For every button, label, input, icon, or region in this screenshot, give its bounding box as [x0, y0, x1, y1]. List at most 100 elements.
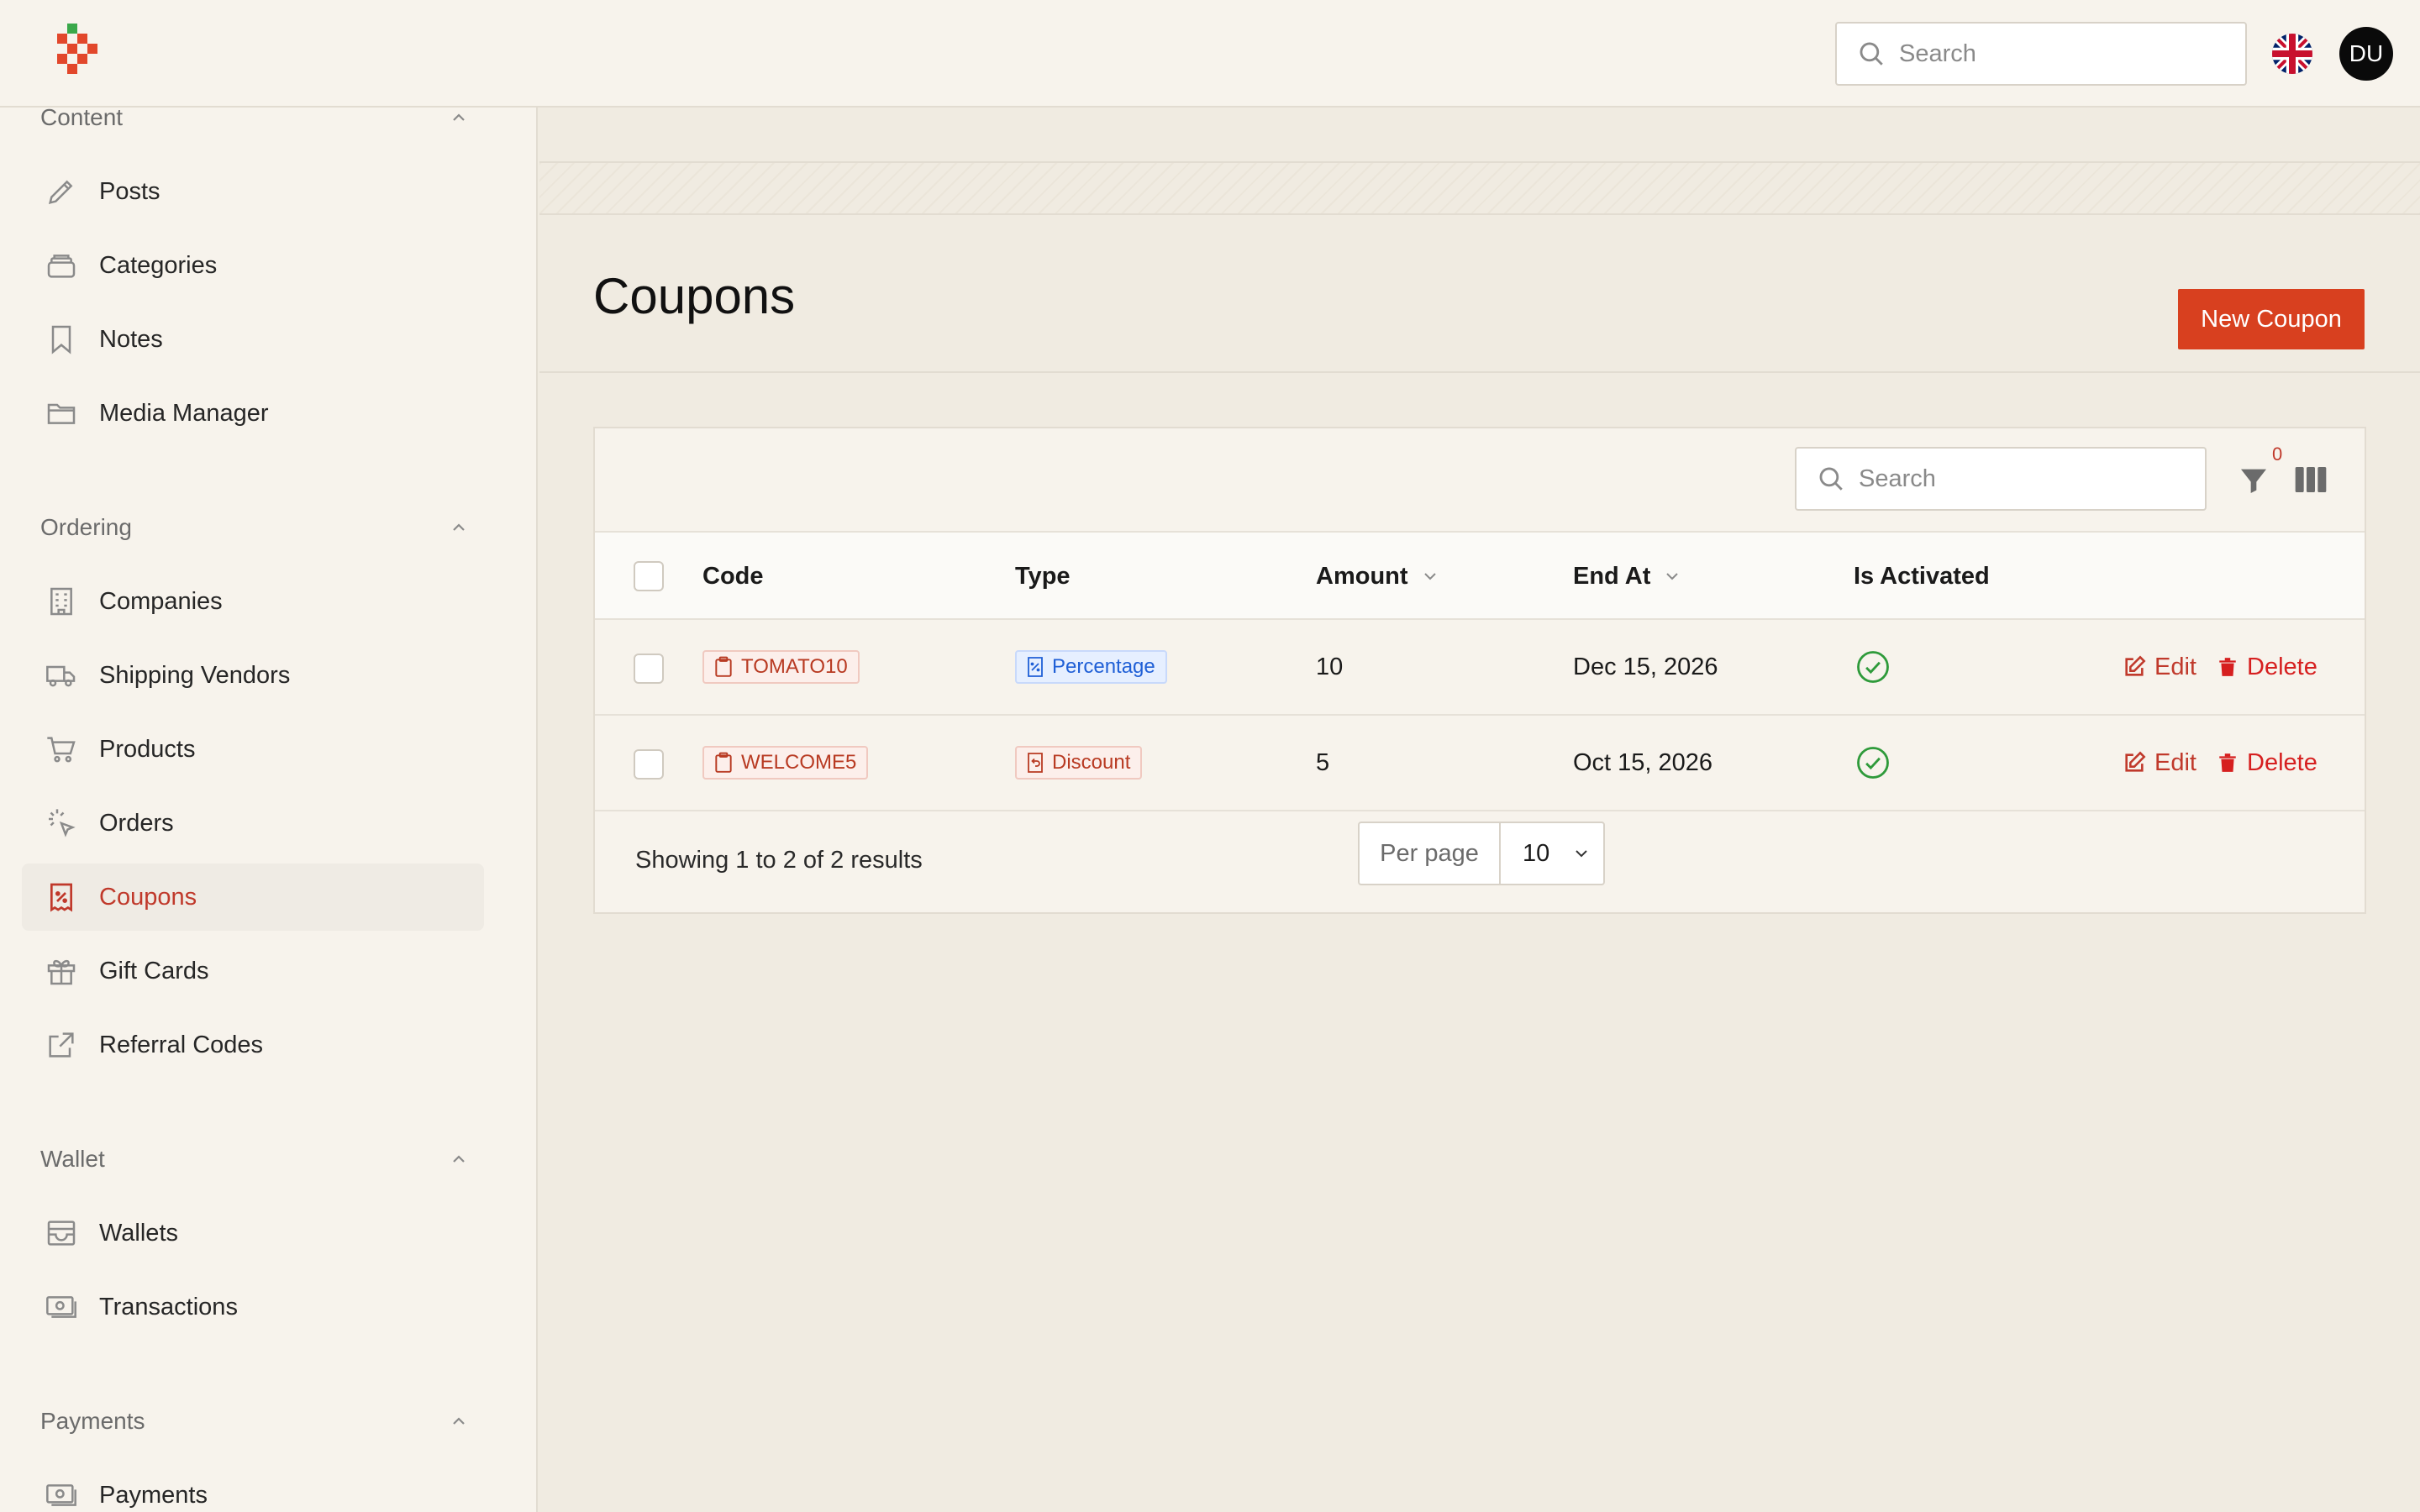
striped-banner: [539, 161, 2420, 215]
edit-button[interactable]: Edit: [2123, 620, 2196, 714]
delete-button[interactable]: Delete: [2217, 716, 2317, 810]
column-code: Code: [702, 562, 764, 590]
coupon-code-badge[interactable]: TOMATO10: [702, 650, 860, 684]
sidebar-group-wallet[interactable]: Wallet: [40, 1142, 469, 1176]
page-title: Coupons: [593, 268, 796, 324]
chevron-up-icon: [453, 1155, 465, 1163]
coupon-type-badge: Percentage: [1015, 650, 1167, 684]
sidebar-item-label: Gift Cards: [99, 957, 209, 984]
sidebar-group-ordering[interactable]: Ordering: [40, 511, 469, 544]
pagination-summary: Showing 1 to 2 of 2 results: [635, 847, 923, 874]
table-search[interactable]: [1795, 447, 2207, 511]
header-divider: [539, 371, 2420, 373]
coupon-amount: 10: [1316, 653, 1344, 680]
column-amount-label: Amount: [1316, 562, 1408, 590]
search-icon: [1819, 467, 1843, 491]
columns-icon[interactable]: [2294, 465, 2328, 494]
pencil-icon: [48, 180, 73, 205]
stack-icon: [47, 255, 76, 278]
bookmark-icon: [51, 325, 71, 354]
coupon-code-badge[interactable]: WELCOME5: [702, 746, 869, 780]
table-search-input[interactable]: [1859, 465, 2178, 493]
chevron-down-icon: [1576, 850, 1587, 858]
row-checkbox[interactable]: [634, 654, 664, 684]
row-checkbox[interactable]: [634, 749, 664, 780]
coupon-amount: 5: [1316, 748, 1330, 776]
trash-icon: [2219, 658, 2236, 676]
chevron-down-icon: [1423, 573, 1436, 580]
per-page-label: Per page: [1360, 823, 1501, 884]
sidebar-item-payments[interactable]: Payments: [22, 1462, 484, 1512]
sidebar-item-notes[interactable]: Notes: [22, 306, 484, 373]
table-row[interactable]: WELCOME5 Discount 5 Oct 15, 2026 Edit De…: [595, 716, 2365, 811]
check-circle-icon: [1857, 651, 1889, 683]
global-search-input[interactable]: [1899, 39, 2218, 68]
sidebar-group-label: Payments: [40, 1408, 145, 1434]
coupon-code: TOMATO10: [741, 655, 848, 678]
column-amount[interactable]: Amount: [1316, 533, 1440, 620]
sidebar-item-companies[interactable]: Companies: [22, 568, 484, 635]
coupon-type-badge: Discount: [1015, 746, 1143, 780]
edit-label: Edit: [2154, 748, 2196, 776]
sidebar-group-label: Content: [40, 108, 124, 130]
sidebar-group-payments[interactable]: Payments: [40, 1404, 469, 1438]
delete-button[interactable]: Delete: [2217, 620, 2317, 714]
coupon-end-at: Oct 15, 2026: [1573, 748, 1713, 776]
select-all-checkbox[interactable]: [634, 561, 664, 591]
coupon-type: Discount: [1052, 751, 1131, 774]
sidebar-item-label: Shipping Vendors: [99, 661, 291, 689]
column-end-at[interactable]: End At: [1573, 533, 1682, 620]
sidebar-item-orders[interactable]: Orders: [22, 790, 484, 857]
sidebar-item-shipping-vendors[interactable]: Shipping Vendors: [22, 642, 484, 709]
external-link-icon: [49, 1032, 74, 1058]
sidebar-item-referral-codes[interactable]: Referral Codes: [22, 1011, 484, 1079]
table-header: Code Type Amount End At Is Activated: [595, 531, 2365, 620]
coupon-code: WELCOME5: [741, 751, 857, 774]
chevron-up-icon: [453, 113, 465, 121]
chevron-down-icon: [1666, 573, 1679, 580]
new-coupon-button[interactable]: New Coupon: [2178, 289, 2365, 349]
sidebar-item-categories[interactable]: Categories: [22, 232, 484, 299]
truck-icon: [46, 665, 76, 687]
per-page-select[interactable]: Per page 10: [1358, 822, 1605, 885]
sidebar-group-content[interactable]: Content: [40, 108, 469, 134]
sidebar-item-label: Notes: [99, 325, 163, 353]
sidebar-item-transactions[interactable]: Transactions: [22, 1273, 484, 1341]
sidebar-item-label: Products: [99, 735, 196, 763]
sidebar-item-label: Categories: [99, 251, 218, 279]
clipboard-icon: [715, 656, 732, 677]
chevron-up-icon: [453, 1417, 465, 1425]
sidebar-item-media-manager[interactable]: Media Manager: [22, 380, 484, 447]
trash-icon: [2219, 753, 2236, 772]
inbox-icon: [47, 1221, 76, 1246]
sidebar-item-coupons[interactable]: Coupons: [22, 864, 484, 931]
per-page-value: 10: [1523, 839, 1550, 867]
filter-count-badge: 0: [2272, 444, 2283, 465]
banknotes-icon: [46, 1484, 76, 1506]
edit-button[interactable]: Edit: [2123, 716, 2196, 810]
sidebar-item-posts[interactable]: Posts: [22, 158, 484, 225]
folder-icon: [47, 403, 76, 424]
coupons-table-card: 0 Code Type Amount End At Is Activated T…: [593, 427, 2366, 914]
receipt-refund-icon: [1028, 753, 1043, 773]
sidebar-item-wallets[interactable]: Wallets: [22, 1200, 484, 1267]
sidebar-item-label: Coupons: [99, 883, 197, 911]
table-row[interactable]: TOMATO10 Percentage 10 Dec 15, 2026 Edit: [595, 620, 2365, 716]
filter-icon[interactable]: [2237, 462, 2270, 499]
main-content: Coupons New Coupon 0 Code Type Amount En…: [539, 108, 2420, 1512]
column-type: Type: [1015, 562, 1071, 590]
app-logo[interactable]: [55, 24, 106, 82]
cart-icon: [47, 737, 76, 763]
language-flag-icon[interactable]: [2272, 34, 2312, 74]
sidebar-group-label: Ordering: [40, 514, 132, 540]
sidebar-item-label: Payments: [99, 1481, 208, 1509]
sidebar-group-label: Wallet: [40, 1146, 105, 1172]
user-avatar[interactable]: DU: [2339, 27, 2393, 81]
sidebar-item-gift-cards[interactable]: Gift Cards: [22, 937, 484, 1005]
edit-icon: [2125, 751, 2146, 772]
clipboard-icon: [715, 752, 732, 773]
receipt-percent-icon: [1028, 657, 1043, 677]
sidebar-item-products[interactable]: Products: [22, 716, 484, 783]
global-search[interactable]: [1835, 22, 2247, 86]
banknotes-icon: [46, 1296, 76, 1318]
